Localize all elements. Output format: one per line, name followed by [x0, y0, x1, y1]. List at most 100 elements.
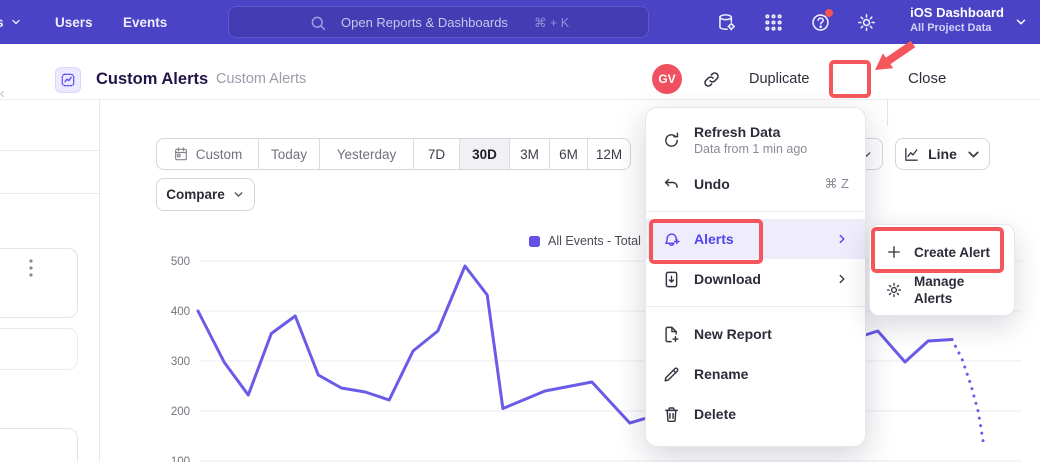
plus-icon: [885, 243, 903, 261]
menu-item-delete[interactable]: Delete: [646, 394, 865, 434]
menu-item-label: Alerts: [694, 231, 734, 248]
apps-grid-icon[interactable]: [763, 12, 784, 33]
svg-text:100: 100: [171, 456, 190, 462]
trash-icon: [662, 405, 681, 424]
settings-icon[interactable]: [856, 12, 877, 33]
kebab-menu-icon[interactable]: [25, 257, 37, 279]
menu-item-sublabel: Data from 1 min ago: [694, 141, 807, 157]
project-selector[interactable]: iOS Dashboard All Project Data: [910, 5, 1004, 35]
date-range-12m[interactable]: 12M: [588, 139, 630, 169]
date-range-label: 7D: [428, 147, 445, 162]
download-icon: [662, 270, 681, 289]
menu-item-manage-alerts[interactable]: Manage Alerts: [870, 271, 1014, 309]
menu-item-refresh[interactable]: Refresh DataData from 1 min ago: [646, 116, 865, 164]
panel-divider: [0, 193, 99, 194]
search-input[interactable]: [341, 7, 541, 37]
undo-icon: [662, 175, 681, 194]
date-range-label: Custom: [196, 147, 243, 162]
legend-swatch: [529, 236, 540, 247]
panel-divider: [0, 150, 99, 151]
gear-icon: [885, 281, 903, 299]
date-range-yesterday[interactable]: Yesterday: [320, 139, 414, 169]
query-builder-panel: [0, 100, 100, 462]
date-range-label: 30D: [472, 147, 497, 162]
close-button[interactable]: Close: [908, 70, 946, 87]
more-options-menu: Refresh DataData from 1 min agoUndo⌘ ZAl…: [645, 107, 866, 447]
menu-divider: [646, 306, 865, 307]
svg-text:400: 400: [171, 306, 190, 318]
legend-label: All Events - Total: [548, 234, 641, 248]
collapse-chevron-icon[interactable]: [0, 88, 7, 100]
menu-item-label: Refresh Data: [694, 124, 807, 141]
new-report-icon: [662, 325, 681, 344]
chart-type-button[interactable]: Line: [895, 138, 990, 170]
chevron-right-icon: [835, 232, 849, 246]
project-scope: All Project Data: [910, 21, 1004, 35]
date-range-today[interactable]: Today: [259, 139, 320, 169]
avatar[interactable]: GV: [652, 64, 682, 94]
date-range-label: 6M: [559, 147, 578, 162]
app-window: { "topnav": { "truncated_item": "s", "it…: [0, 0, 1040, 462]
nav-item-events[interactable]: Events: [123, 0, 167, 44]
menu-item-label: New Report: [694, 326, 772, 343]
top-navigation-bar: s Users Events ⌘ + K iOS Dashboard All P…: [0, 0, 1040, 44]
global-search[interactable]: ⌘ + K: [228, 6, 649, 38]
duplicate-button[interactable]: Duplicate: [749, 71, 809, 87]
pencil-icon: [662, 365, 681, 384]
copy-link-icon[interactable]: [702, 70, 721, 89]
refresh-icon: [662, 131, 681, 150]
svg-text:300: 300: [171, 356, 190, 368]
query-card[interactable]: [0, 328, 78, 370]
date-range-control: Custom Today Yesterday 7D 30D 3M 6M 12M: [156, 138, 631, 170]
date-range-custom[interactable]: Custom: [157, 139, 259, 169]
menu-item-create-alert[interactable]: Create Alert: [870, 233, 1014, 271]
menu-item-alerts[interactable]: Alerts: [646, 219, 865, 259]
query-card[interactable]: [0, 248, 78, 318]
page-title: Custom Alerts: [96, 70, 208, 89]
svg-text:200: 200: [171, 406, 190, 418]
line-chart-icon: [903, 146, 920, 163]
compare-label: Compare: [166, 187, 225, 202]
submenu-indicator: [835, 232, 849, 246]
menu-item-shortcut: ⌘ Z: [824, 176, 849, 192]
menu-item-label: Rename: [694, 366, 748, 383]
nav-item-users[interactable]: Users: [55, 0, 93, 44]
report-header: Custom Alerts Custom Alerts GV Duplicate…: [0, 44, 1040, 100]
chevron-down-icon: [1014, 15, 1028, 29]
nav-truncated-label: s: [0, 15, 4, 30]
compare-button[interactable]: Compare: [156, 178, 255, 211]
alerts-submenu: Create Alert Manage Alerts: [869, 224, 1015, 316]
chevron-down-icon: [232, 188, 245, 201]
menu-item-label: Delete: [694, 406, 736, 423]
date-range-label: Today: [271, 147, 307, 162]
menu-item-undo[interactable]: Undo⌘ Z: [646, 164, 865, 204]
date-range-label: Yesterday: [337, 147, 397, 162]
data-icon[interactable]: [716, 12, 737, 33]
menu-item-label: Manage Alerts: [914, 273, 999, 307]
notification-dot: [825, 9, 833, 17]
project-name: iOS Dashboard: [910, 5, 1004, 21]
query-card[interactable]: [0, 428, 78, 462]
date-range-3m[interactable]: 3M: [510, 139, 550, 169]
menu-item-download[interactable]: Download: [646, 259, 865, 299]
divider: [887, 100, 888, 126]
chevron-down-icon: [10, 16, 22, 28]
report-type-icon: [55, 67, 81, 93]
date-range-6m[interactable]: 6M: [550, 139, 588, 169]
nav-item-truncated[interactable]: s: [0, 0, 22, 44]
menu-item-label: Create Alert: [914, 244, 990, 261]
date-range-7d[interactable]: 7D: [414, 139, 460, 169]
date-range-30d[interactable]: 30D: [460, 139, 510, 169]
bell-plus-icon: [662, 230, 681, 249]
chevron-right-icon: [835, 272, 849, 286]
breadcrumb[interactable]: Custom Alerts: [216, 71, 306, 87]
date-range-label: 12M: [596, 147, 622, 162]
chart-legend: All Events - Total: [529, 234, 641, 248]
chart-type-label: Line: [928, 146, 957, 162]
help-icon[interactable]: [810, 12, 831, 33]
submenu-indicator: [835, 272, 849, 286]
menu-item-rename[interactable]: Rename: [646, 354, 865, 394]
menu-item-new-report[interactable]: New Report: [646, 314, 865, 354]
menu-divider: [646, 211, 865, 212]
search-shortcut: ⌘ + K: [534, 15, 569, 30]
